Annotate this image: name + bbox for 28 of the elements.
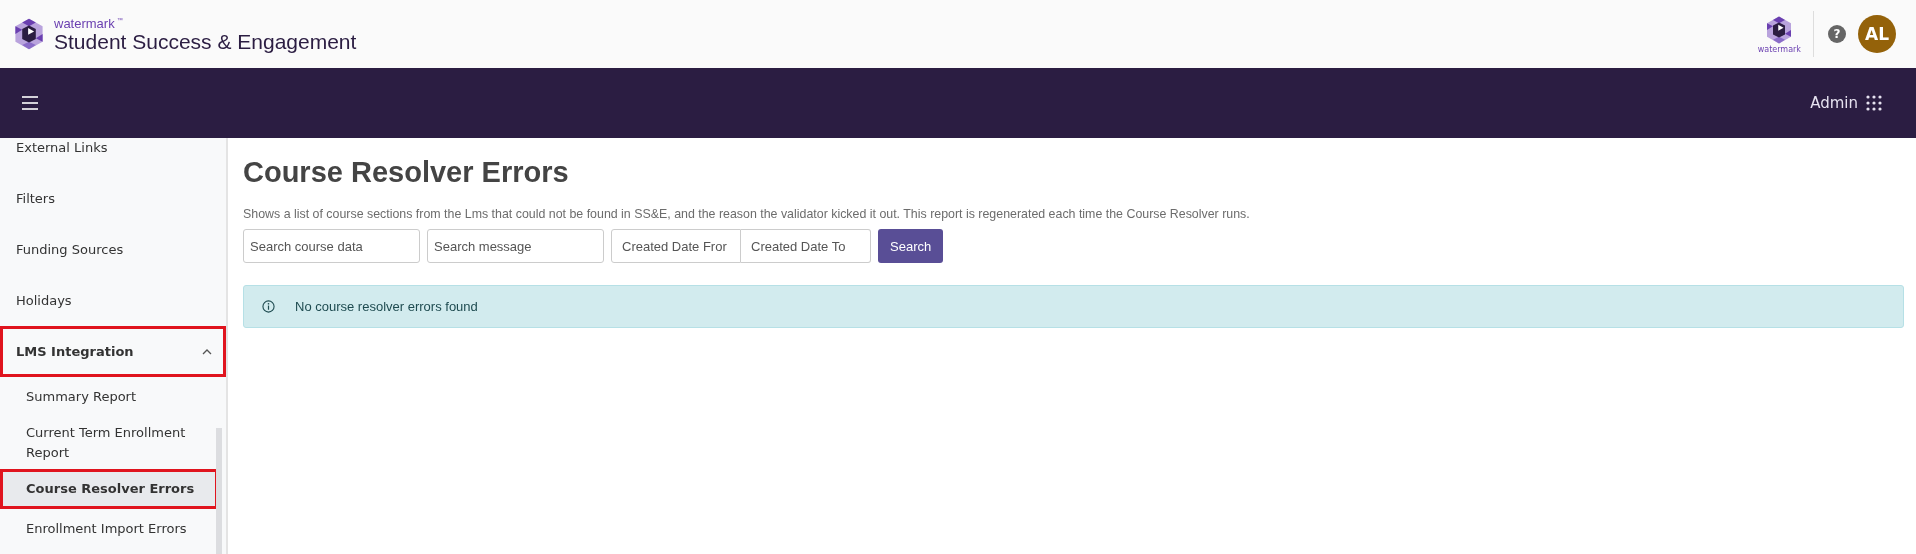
sidebar-item[interactable]: Filters xyxy=(0,173,226,224)
search-field[interactable]: Search course data xyxy=(243,229,420,263)
sidebar-item[interactable]: Funding Sources xyxy=(0,224,226,275)
page-title: Course Resolver Errors xyxy=(243,156,570,189)
sidebar-group[interactable]: LMS Integration xyxy=(0,326,226,377)
admin-menu-button[interactable]: Admin xyxy=(1804,93,1888,113)
sidebar-subitem[interactable]: Enrollment Import Errors xyxy=(0,509,218,549)
sidebar-subitem[interactable]: Current Term Enrollment Report xyxy=(0,417,218,469)
logo-icon xyxy=(12,17,46,51)
scrollbar[interactable] xyxy=(216,428,222,554)
menu-button[interactable] xyxy=(22,96,38,110)
date-field[interactable]: Created Date Fror xyxy=(611,229,741,263)
user-avatar[interactable]: AL xyxy=(1858,15,1896,53)
page-description: Shows a list of course sections from the Lms that could not be found in SS&E, and the reason the validator kicked it out. This report is regenerated each time the Course Resolver runs. xyxy=(243,207,1251,221)
sidebar-item[interactable]: External Links xyxy=(0,138,226,173)
info-icon xyxy=(262,300,275,313)
search-button[interactable]: Search xyxy=(878,229,944,263)
alert-message: No course resolver errors found xyxy=(295,299,478,314)
product-name: Student Success & Engagement xyxy=(54,30,357,52)
sidebar-subitem[interactable]: Summary Report xyxy=(0,377,218,417)
chevron-icon xyxy=(202,348,212,355)
sidebar-item[interactable]: Holidays xyxy=(0,275,226,326)
apps-grid-icon xyxy=(1866,95,1882,111)
search-field[interactable]: Search message xyxy=(427,229,604,263)
help-icon[interactable]: ? xyxy=(1828,25,1846,43)
date-field[interactable]: Created Date To xyxy=(741,229,871,263)
logo-caption: watermark xyxy=(1757,44,1801,54)
sidebar-subitem[interactable]: Course Resolver Errors xyxy=(0,469,218,509)
